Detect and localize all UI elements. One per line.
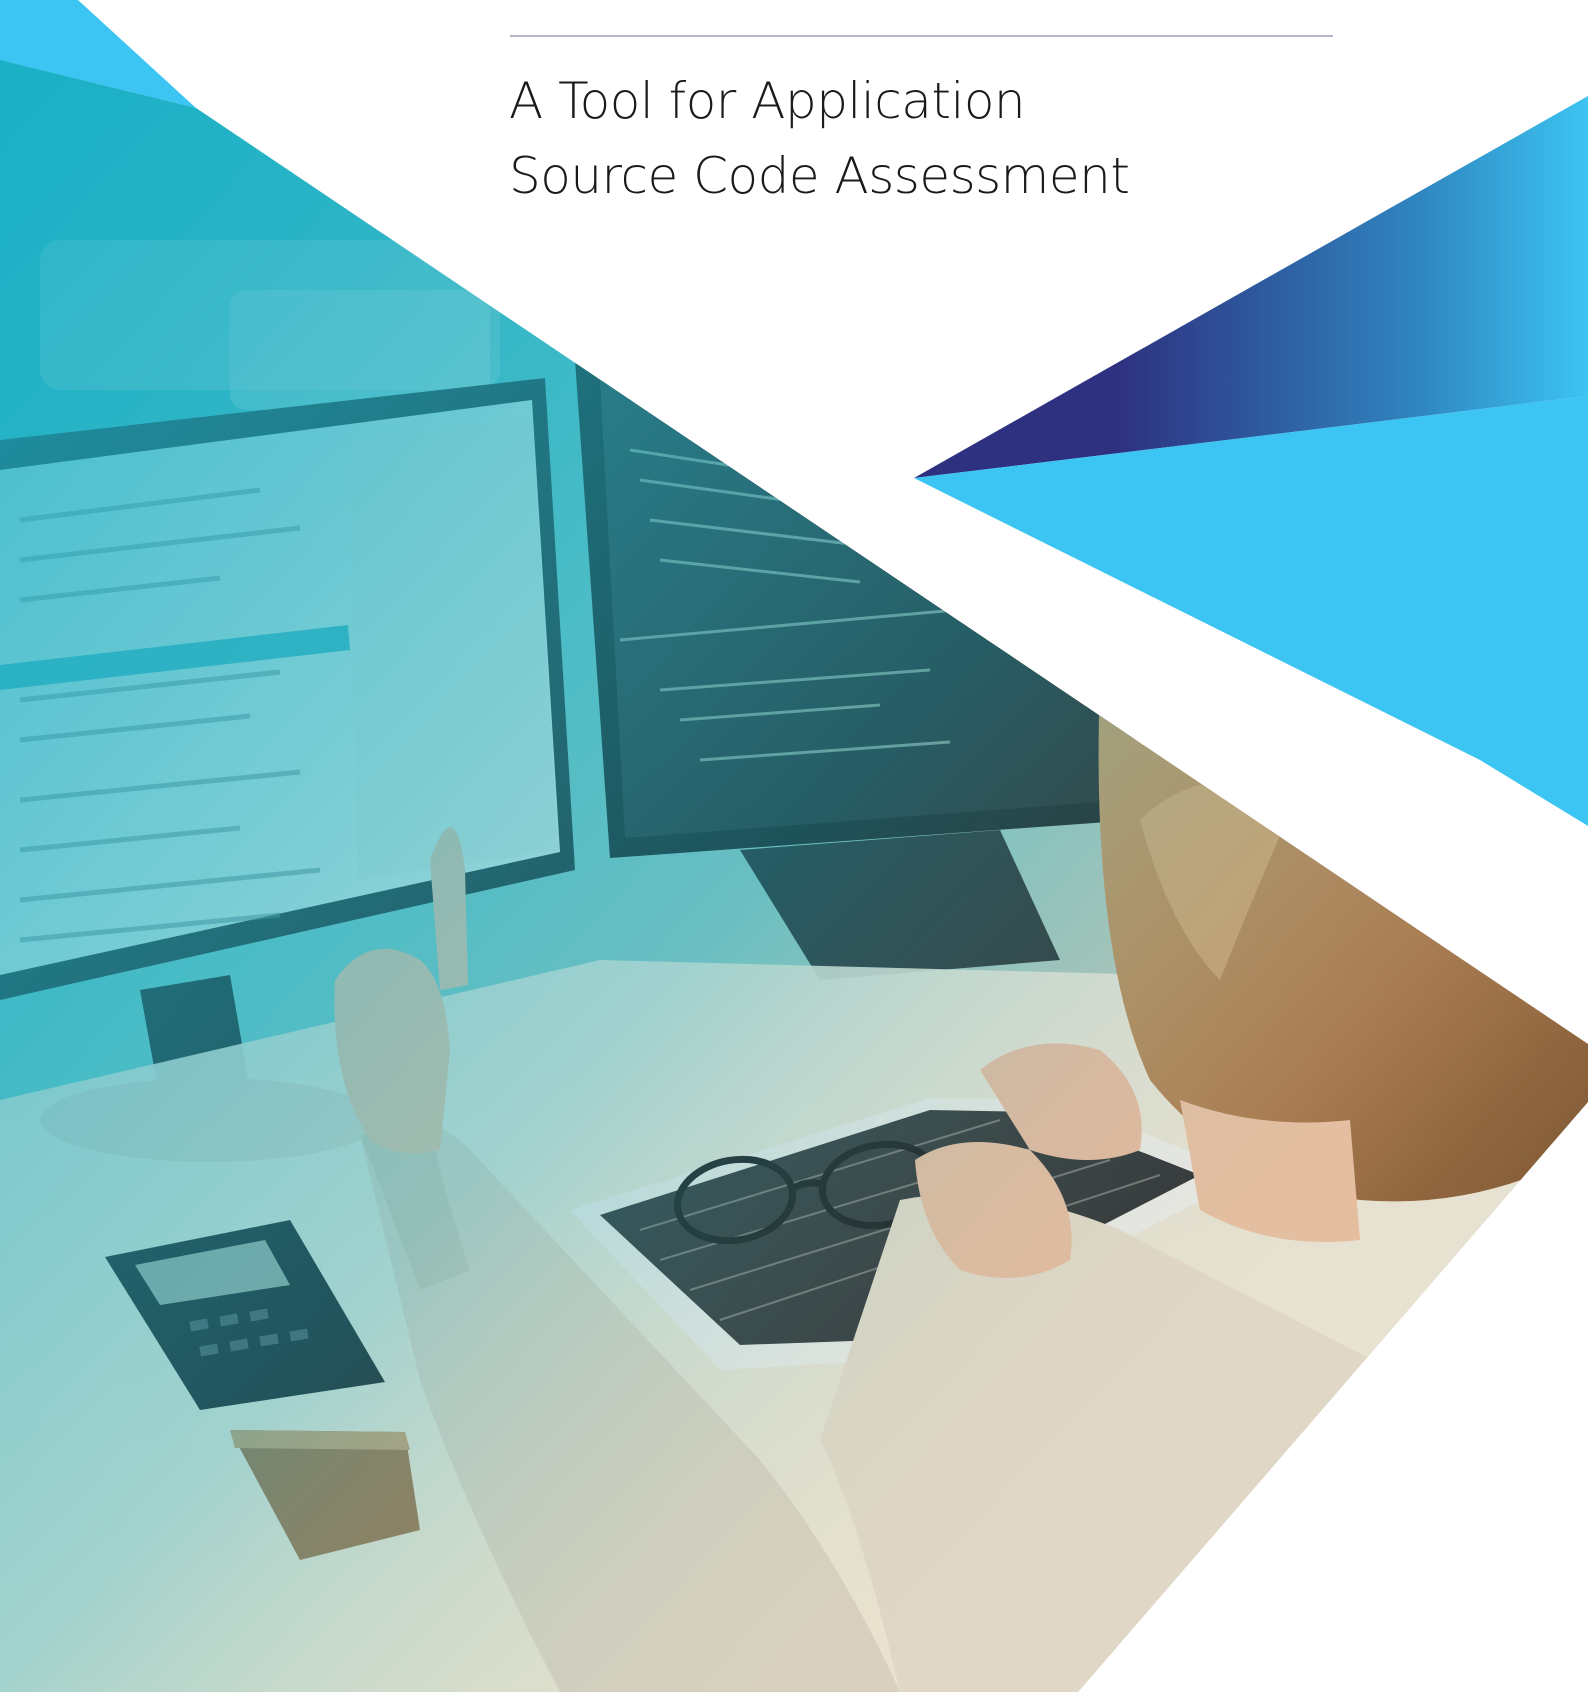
title-divider [510, 35, 1333, 37]
cover-title-clip [470, 0, 1330, 12]
cover-artwork [0, 0, 1588, 1692]
cover-subtitle: A Tool for Application Source Code Asses… [509, 64, 1130, 214]
subtitle-line-1: A Tool for Application [509, 72, 1026, 130]
subtitle-line-2: Source Code Assessment [509, 147, 1130, 205]
